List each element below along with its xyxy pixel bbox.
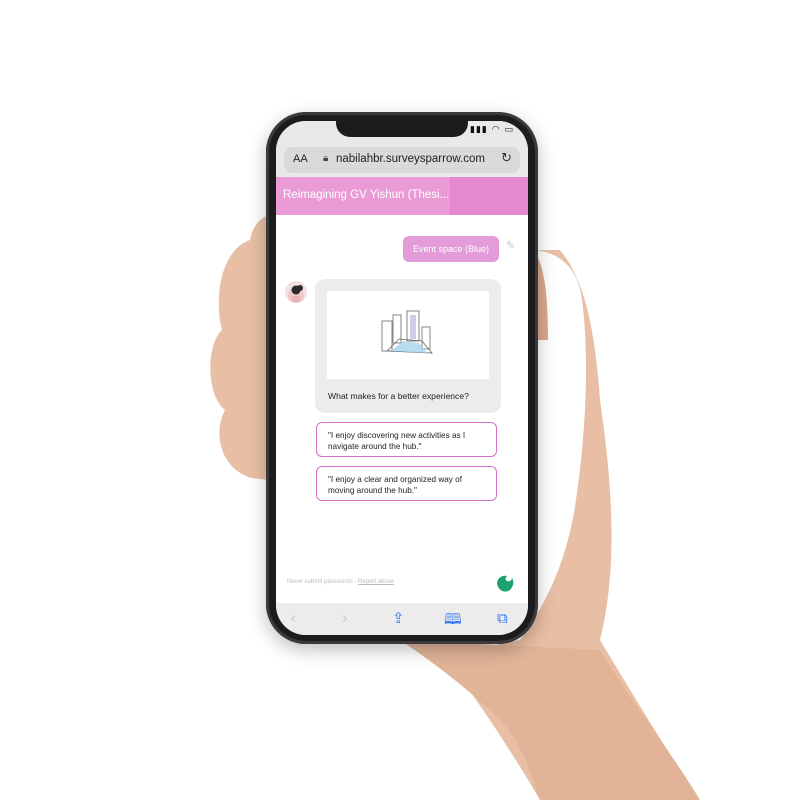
notch [336, 121, 468, 137]
choice-label: "I enjoy a clear and organized way of mo… [328, 475, 462, 495]
wifi-icon: ◠ [491, 125, 501, 135]
browser-address-area: AA 🔒︎ nabilahbr.surveysparrow.com ↻ [276, 143, 528, 177]
browser-toolbar: ‹ › ⇪ 🕮︎ ⧉ [276, 603, 528, 635]
url-text[interactable]: nabilahbr.surveysparrow.com [336, 153, 485, 165]
footer-note-text: Never submit passwords - [287, 579, 357, 585]
question-card: What makes for a better experience? [315, 279, 501, 413]
tabs-icon[interactable]: ⧉ [497, 609, 508, 627]
choice-option[interactable]: "I enjoy discovering new activities as I… [316, 422, 497, 457]
question-text: What makes for a better experience? [328, 391, 469, 401]
phone-screen: ▮▮▮ ◠ ▭ AA 🔒︎ nabilahbr.surveysparrow.co… [276, 121, 528, 635]
previous-answer-bubble: Event space (Blue) [403, 236, 499, 262]
survey-title: Reimagining GV Yishun (Thesi... [283, 189, 450, 201]
hub-sketch [381, 310, 433, 354]
surveysparrow-logo-icon [497, 575, 514, 592]
forward-icon[interactable]: › [342, 609, 348, 627]
report-abuse-link[interactable]: Report abuse [358, 579, 394, 585]
battery-icon: ▭ [504, 125, 514, 135]
status-bar: ▮▮▮ ◠ ▭ [276, 121, 528, 143]
survey-header: Reimagining GV Yishun (Thesi... [276, 177, 528, 215]
footer-note: Never submit passwords - Report abuse [287, 579, 394, 585]
address-bar[interactable]: AA 🔒︎ nabilahbr.surveysparrow.com ↻ [284, 147, 520, 173]
status-icons: ▮▮▮ ◠ ▭ [470, 125, 514, 135]
edit-icon[interactable]: ✎ [506, 239, 515, 252]
bookmarks-icon[interactable]: 🕮︎ [444, 609, 462, 634]
choice-label: "I enjoy discovering new activities as I… [328, 431, 466, 451]
reload-icon[interactable]: ↻ [501, 151, 512, 166]
choice-option[interactable]: "I enjoy a clear and organized way of mo… [316, 466, 497, 501]
signal-icon: ▮▮▮ [470, 125, 488, 135]
chat-area: Event space (Blue) ✎ What makes for a be… [276, 215, 528, 575]
lock-icon: 🔒︎ [323, 153, 329, 164]
avatar-illustration [288, 285, 304, 303]
back-icon[interactable]: ‹ [290, 609, 296, 627]
question-illustration [327, 291, 489, 379]
header-accent [450, 177, 528, 215]
survey-footer: Never submit passwords - Report abuse [276, 575, 528, 603]
share-icon[interactable]: ⇪ [392, 609, 405, 627]
avatar [285, 281, 307, 303]
text-size-button[interactable]: AA [293, 153, 308, 165]
